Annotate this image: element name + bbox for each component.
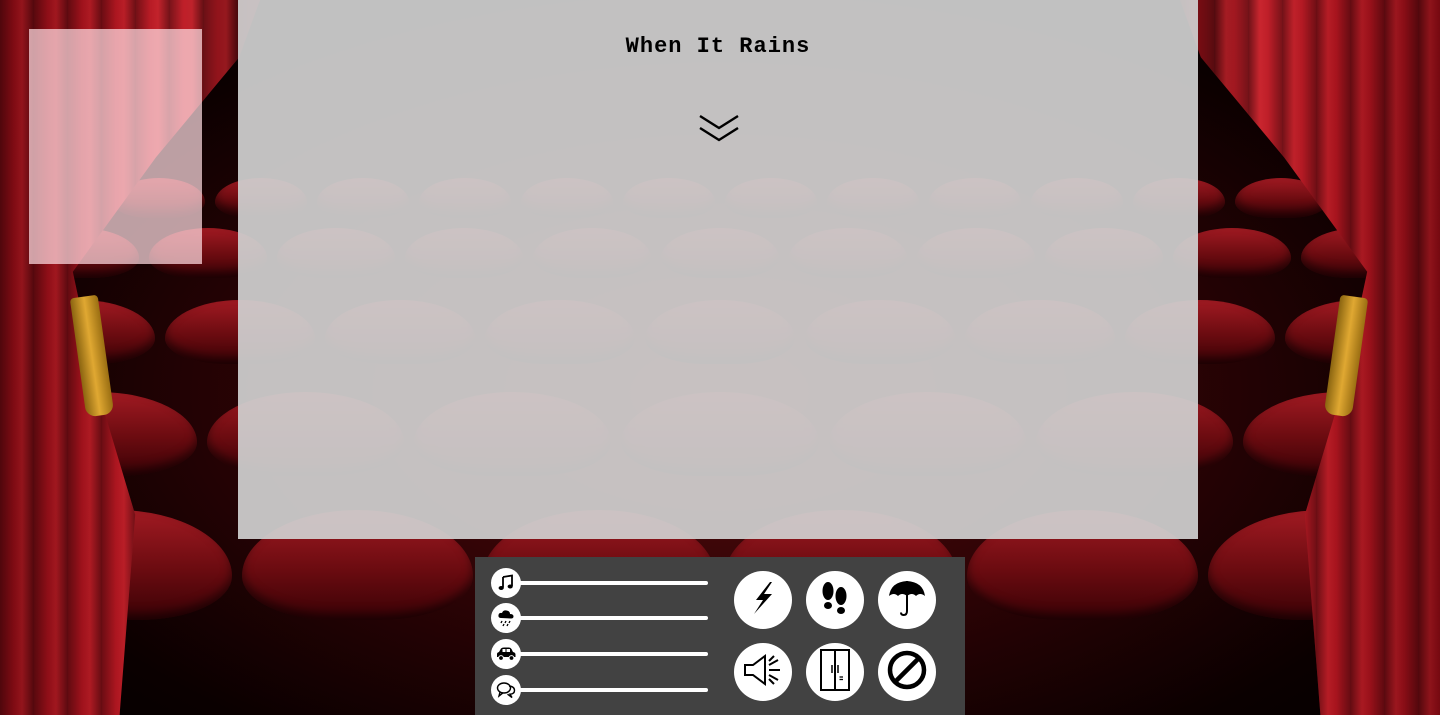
stop-icon xyxy=(885,648,929,697)
stop-button[interactable] xyxy=(878,643,936,701)
footsteps-button[interactable] xyxy=(806,571,864,629)
speech-bubbles-icon[interactable] xyxy=(491,675,521,705)
slider-track[interactable] xyxy=(517,581,708,585)
music-volume-slider[interactable] xyxy=(491,568,709,598)
traffic-volume-slider[interactable] xyxy=(491,639,709,669)
double-chevron-down-icon[interactable] xyxy=(696,110,742,148)
footsteps-icon xyxy=(818,578,852,623)
slider-track[interactable] xyxy=(517,616,708,620)
stage-panel: When It Rains xyxy=(238,0,1198,539)
thunder-button[interactable] xyxy=(734,571,792,629)
corner-overlay-box xyxy=(29,29,202,264)
lightning-icon xyxy=(748,581,778,620)
umbrella-button[interactable] xyxy=(878,571,936,629)
page-title: When It Rains xyxy=(625,34,811,59)
chatter-volume-slider[interactable] xyxy=(491,675,709,705)
car-icon[interactable] xyxy=(491,639,521,669)
announcement-button[interactable] xyxy=(734,643,792,701)
sound-control-panel xyxy=(475,557,965,715)
door-button[interactable] xyxy=(806,643,864,701)
rain-cloud-icon[interactable] xyxy=(491,603,521,633)
slider-track[interactable] xyxy=(517,688,708,692)
slider-track[interactable] xyxy=(517,652,708,656)
loudspeaker-icon xyxy=(743,653,783,692)
music-note-icon[interactable] xyxy=(491,568,521,598)
door-icon xyxy=(819,648,851,696)
rain-volume-slider[interactable] xyxy=(491,603,709,633)
umbrella-icon xyxy=(887,578,927,623)
